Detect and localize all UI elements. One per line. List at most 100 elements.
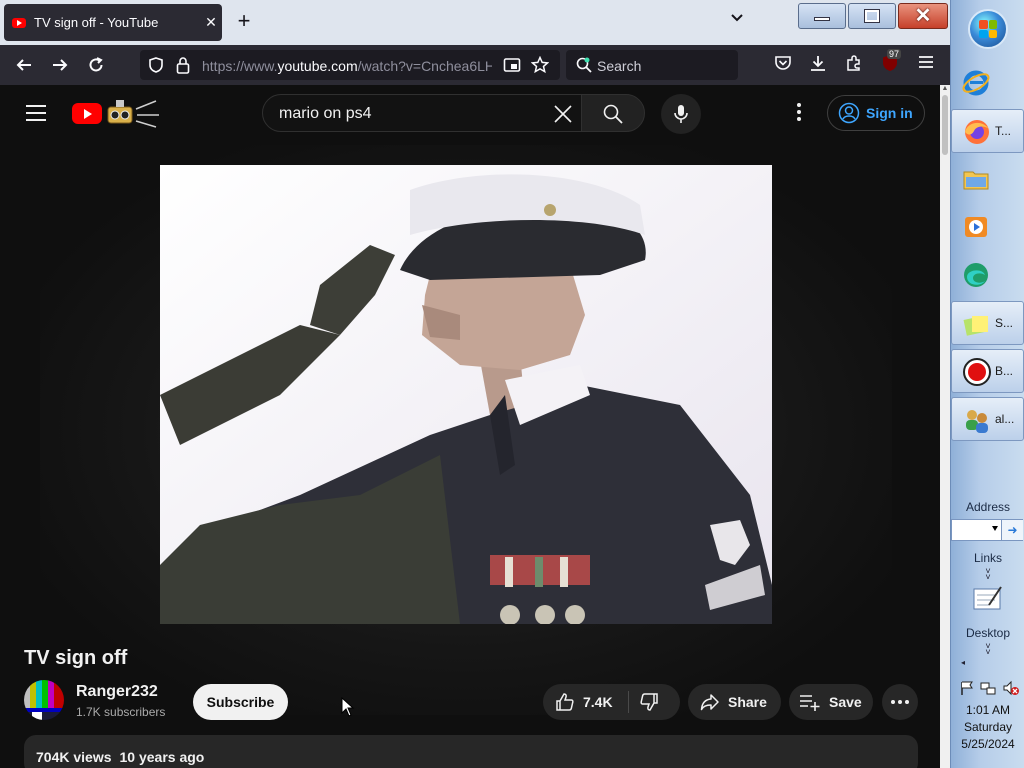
users-icon bbox=[966, 410, 988, 433]
record-icon bbox=[963, 358, 991, 386]
clear-search-icon[interactable] bbox=[553, 104, 573, 124]
youtube-search-box[interactable]: mario on ps4 bbox=[262, 94, 582, 132]
url-text[interactable]: https://www.youtube.com/watch?v=Cnchea6L… bbox=[202, 58, 492, 74]
new-tab-button[interactable]: + bbox=[232, 10, 256, 34]
taskbar-item-sticky-notes[interactable]: S... bbox=[951, 301, 1024, 345]
restore-button[interactable] bbox=[848, 3, 896, 29]
address-toolbar-input[interactable]: ➜ bbox=[951, 519, 1023, 541]
minimize-button[interactable] bbox=[798, 3, 846, 29]
share-button[interactable]: Share bbox=[688, 684, 781, 720]
action-center-flag-icon[interactable] bbox=[959, 680, 975, 696]
navigation-toolbar: https://www.youtube.com/watch?v=Cnchea6L… bbox=[0, 45, 950, 85]
forward-button[interactable] bbox=[46, 52, 74, 78]
taskbar-item-media-player[interactable] bbox=[951, 205, 1024, 249]
tray-expand-icon[interactable]: ◂ bbox=[961, 658, 965, 667]
search-engine-icon bbox=[576, 57, 592, 73]
pocket-icon bbox=[775, 56, 791, 70]
downloads-button[interactable] bbox=[807, 54, 829, 76]
guide-menu-button[interactable] bbox=[26, 105, 46, 121]
youtube-logo[interactable] bbox=[72, 103, 102, 124]
url-bar[interactable]: https://www.youtube.com/watch?v=Cnchea6L… bbox=[140, 50, 560, 80]
channel-name[interactable]: Ranger232 bbox=[76, 683, 158, 701]
links-toolbar-label[interactable]: Links bbox=[951, 551, 1024, 565]
restore-icon bbox=[864, 9, 880, 23]
taskbar-item-users[interactable]: al... bbox=[951, 397, 1024, 441]
search-placeholder: Search bbox=[597, 58, 642, 74]
mouse-cursor-icon bbox=[341, 697, 355, 717]
network-icon[interactable] bbox=[980, 680, 996, 696]
edge-icon bbox=[964, 263, 988, 287]
taskbar-item-edge[interactable] bbox=[951, 253, 1024, 297]
playlist-add-icon bbox=[800, 695, 820, 711]
start-button[interactable] bbox=[968, 9, 1008, 49]
youtube-doodle-icon[interactable] bbox=[104, 95, 162, 129]
taskbar-item-internet-explorer[interactable] bbox=[951, 61, 1024, 105]
app-menu-button[interactable] bbox=[915, 54, 937, 76]
desktop-toolbar-label[interactable]: Desktop bbox=[951, 626, 1024, 640]
taskbar-item-firefox[interactable]: T... bbox=[951, 109, 1024, 153]
sign-in-button[interactable]: Sign in bbox=[827, 95, 925, 131]
search-query[interactable]: mario on ps4 bbox=[279, 105, 372, 123]
clock-date[interactable]: 5/25/2024 bbox=[951, 737, 1024, 751]
channel-avatar[interactable] bbox=[24, 680, 64, 720]
close-tab-icon[interactable]: ✕ bbox=[200, 14, 222, 31]
links-chevron-icon[interactable]: ˅ ˅ bbox=[951, 567, 1024, 582]
reload-button[interactable] bbox=[82, 52, 110, 78]
clock-time[interactable]: 1:01 AM bbox=[951, 703, 1024, 717]
video-title: TV sign off bbox=[24, 647, 128, 669]
clock-day[interactable]: Saturday bbox=[951, 720, 1024, 734]
tab-title: TV sign off - YouTube bbox=[34, 15, 159, 30]
lock-icon[interactable] bbox=[176, 56, 190, 74]
back-button[interactable] bbox=[10, 52, 38, 78]
more-actions-button[interactable] bbox=[882, 684, 918, 720]
microphone-icon bbox=[674, 105, 688, 123]
scrollbar-thumb[interactable] bbox=[942, 95, 948, 155]
browser-search-bar[interactable]: Search bbox=[566, 50, 738, 80]
like-count: 7.4K bbox=[583, 694, 613, 710]
dislike-button[interactable] bbox=[639, 692, 659, 712]
share-arrow-icon bbox=[700, 694, 719, 711]
like-button[interactable]: 7.4K bbox=[543, 684, 628, 720]
tab-youtube[interactable]: TV sign off - YouTube ✕ bbox=[4, 4, 222, 41]
windows-taskbar: T... S... B... al... Address ➜ Links ˅ ˅… bbox=[950, 0, 1024, 768]
desktop-chevron-icon[interactable]: ˅ ˅ bbox=[951, 642, 1024, 657]
description-box[interactable]: 704K views 10 years ago bbox=[24, 735, 918, 768]
page-scrollbar[interactable]: ▲ bbox=[940, 85, 950, 768]
youtube-favicon-icon bbox=[12, 17, 26, 28]
taskbar-item-file-explorer[interactable] bbox=[951, 157, 1024, 201]
save-button[interactable]: Save bbox=[789, 684, 873, 720]
voice-search-button[interactable] bbox=[661, 94, 701, 134]
extension-badge: 97 bbox=[887, 49, 902, 59]
notepad-shortcut-icon[interactable] bbox=[971, 583, 1005, 613]
subscriber-count: 1.7K subscribers bbox=[76, 705, 166, 719]
scroll-up-arrow[interactable]: ▲ bbox=[940, 85, 950, 95]
picture-in-picture-icon[interactable] bbox=[503, 56, 521, 74]
puzzle-icon bbox=[847, 55, 860, 71]
search-icon bbox=[603, 104, 623, 124]
youtube-search-button[interactable] bbox=[581, 94, 645, 132]
list-all-tabs-button[interactable] bbox=[725, 10, 749, 34]
bookmark-star-icon[interactable] bbox=[531, 56, 549, 74]
thumbs-up-icon bbox=[556, 693, 574, 711]
subscribe-button[interactable]: Subscribe bbox=[193, 684, 288, 720]
tracking-protection-shield-icon[interactable] bbox=[149, 57, 163, 73]
dropdown-arrow-icon[interactable] bbox=[992, 526, 998, 531]
settings-kebab-button[interactable] bbox=[790, 103, 808, 123]
extensions-button[interactable] bbox=[843, 54, 865, 76]
color-bars-avatar-icon bbox=[24, 680, 64, 720]
account-icon bbox=[838, 102, 860, 124]
pocket-button[interactable] bbox=[772, 54, 794, 76]
sign-in-label: Sign in bbox=[866, 105, 913, 121]
go-button[interactable]: ➜ bbox=[1001, 520, 1023, 540]
reload-icon bbox=[89, 57, 103, 72]
taskbar-item-recorder[interactable]: B... bbox=[951, 349, 1024, 393]
view-count: 704K views bbox=[36, 749, 112, 765]
like-divider bbox=[628, 691, 629, 713]
windows-logo-icon bbox=[979, 20, 997, 38]
firefox-icon bbox=[965, 120, 989, 144]
minimize-icon bbox=[814, 17, 830, 21]
close-window-button[interactable]: ✕ bbox=[898, 3, 948, 29]
taskbar-item-label: B... bbox=[995, 364, 1014, 378]
video-player[interactable] bbox=[160, 165, 772, 624]
volume-muted-icon[interactable] bbox=[1003, 680, 1019, 696]
